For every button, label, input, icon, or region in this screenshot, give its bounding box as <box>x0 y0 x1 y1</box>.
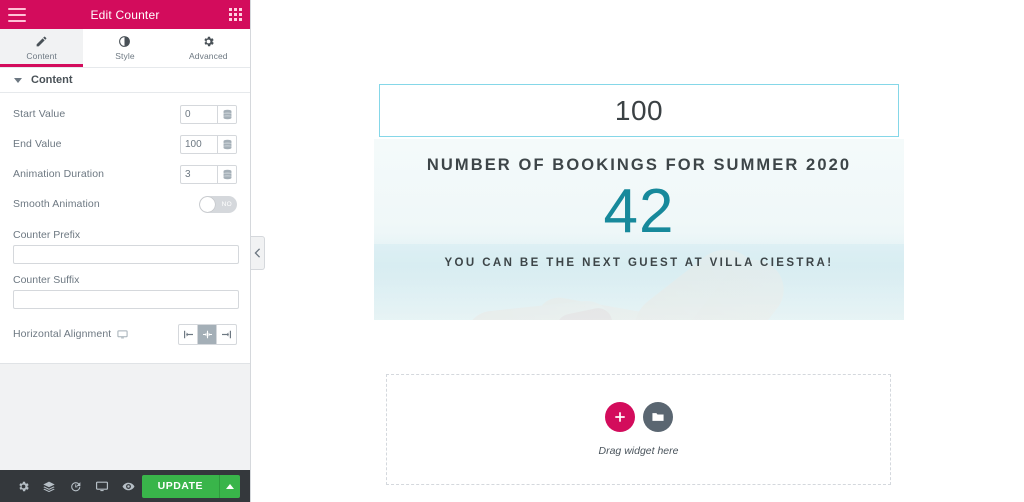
counter-widget-selected[interactable]: 100 <box>379 84 899 137</box>
tab-content[interactable]: Content <box>0 29 84 67</box>
plus-icon <box>614 412 625 422</box>
add-template-button[interactable] <box>642 402 673 432</box>
counter-prefix-field <box>13 245 239 264</box>
pencil-icon <box>36 36 47 47</box>
control-counter-prefix: Counter Prefix <box>13 219 239 264</box>
content-controls: Start Value 0 End Value 100 Animation Du… <box>0 93 250 364</box>
counter-suffix-input[interactable] <box>14 296 238 307</box>
hero-subtitle: YOU CAN BE THE NEXT GUEST AT VILLA CIEST… <box>444 257 834 269</box>
hero-counter-value: 42 <box>603 177 675 246</box>
end-value-label: End Value <box>13 138 62 150</box>
monitor-icon[interactable] <box>117 329 128 340</box>
add-widget-button[interactable] <box>604 402 635 432</box>
end-value-field <box>180 134 237 154</box>
tab-advanced[interactable]: Advanced <box>166 29 250 67</box>
panel-header: Edit Counter <box>0 0 250 29</box>
navigator-layers-icon[interactable] <box>36 470 62 502</box>
toggle-knob <box>200 196 215 212</box>
editor-panel: Edit Counter Content Style Advanced Cont… <box>0 0 265 502</box>
tab-style[interactable]: Style <box>83 29 167 67</box>
start-value-field <box>180 104 237 124</box>
hero-content: NUMBER OF BOOKINGS FOR SUMMER 2020 42 YO… <box>374 139 904 320</box>
hamburger-icon[interactable] <box>8 7 26 22</box>
animation-duration-field <box>180 164 237 184</box>
database-icon[interactable] <box>217 165 236 183</box>
preview-eye-icon[interactable] <box>115 470 141 502</box>
tab-style-label: Style <box>115 51 135 61</box>
gear-icon <box>204 36 214 47</box>
panel-title: Edit Counter <box>90 7 160 22</box>
control-smooth-animation: Smooth Animation NO <box>13 189 237 219</box>
counter-widget-value: 100 <box>614 94 664 126</box>
align-right-button[interactable] <box>217 325 236 344</box>
grid-icon[interactable] <box>229 8 242 21</box>
editor-canvas[interactable]: 100 NUMBER OF BOOKINGS FOR SUMMER 2020 4… <box>251 0 1024 502</box>
panel-body: Content Start Value 0 End Value 100 Anim… <box>0 68 250 470</box>
start-value-label: Start Value <box>13 108 66 120</box>
start-value-input[interactable] <box>181 105 217 123</box>
history-icon[interactable] <box>63 470 89 502</box>
counter-prefix-label: Counter Prefix <box>13 229 81 241</box>
smooth-animation-toggle[interactable]: NO <box>199 195 237 213</box>
panel-footer: UPDATE <box>0 470 250 502</box>
section-content-title: Content <box>31 74 73 86</box>
settings-gear-icon[interactable] <box>10 470 36 502</box>
caret-up-icon <box>226 483 235 489</box>
toggle-state-label: NO <box>221 200 232 208</box>
hero-title: NUMBER OF BOOKINGS FOR SUMMER 2020 <box>426 156 852 174</box>
update-options-button[interactable] <box>219 474 241 498</box>
horizontal-alignment-label: Horizontal Alignment <box>13 328 112 340</box>
counter-prefix-input[interactable] <box>14 251 238 262</box>
database-icon[interactable] <box>217 105 236 123</box>
animation-duration-input[interactable] <box>181 165 217 183</box>
control-end-value: End Value <box>13 129 237 159</box>
update-button-group: UPDATE <box>141 474 241 498</box>
control-horizontal-alignment: Horizontal Alignment <box>13 319 237 349</box>
smooth-animation-label: Smooth Animation <box>13 198 100 210</box>
elementor-editor: Edit Counter Content Style Advanced Cont… <box>0 0 1024 502</box>
tab-advanced-label: Advanced <box>189 51 228 61</box>
control-animation-duration: Animation Duration <box>13 159 237 189</box>
control-counter-suffix: Counter Suffix <box>13 264 239 309</box>
alignment-button-group <box>178 323 237 345</box>
animation-duration-label: Animation Duration <box>13 168 105 180</box>
responsive-mode-icon[interactable] <box>89 470 115 502</box>
contrast-icon <box>119 36 131 47</box>
database-icon[interactable] <box>217 135 236 153</box>
chevron-left-icon <box>254 248 261 258</box>
align-left-button[interactable] <box>179 324 198 344</box>
align-center-button[interactable] <box>198 324 217 344</box>
tab-content-label: Content <box>26 51 57 61</box>
control-start-value: Start Value <box>13 99 237 129</box>
hero-section[interactable]: NUMBER OF BOOKINGS FOR SUMMER 2020 42 YO… <box>374 139 904 320</box>
dropzone-buttons <box>604 402 673 432</box>
dropzone-label: Drag widget here <box>598 445 679 457</box>
caret-down-icon <box>14 77 22 83</box>
counter-suffix-label: Counter Suffix <box>13 274 80 286</box>
update-button[interactable]: UPDATE <box>141 474 220 498</box>
widget-dropzone[interactable]: Drag widget here <box>386 374 891 485</box>
counter-suffix-field <box>13 290 239 309</box>
section-content-header[interactable]: Content <box>0 68 250 93</box>
panel-collapse-handle[interactable] <box>251 236 265 270</box>
end-value-input[interactable] <box>181 135 217 153</box>
folder-icon <box>651 413 664 421</box>
panel-tabs: Content Style Advanced <box>0 29 250 68</box>
